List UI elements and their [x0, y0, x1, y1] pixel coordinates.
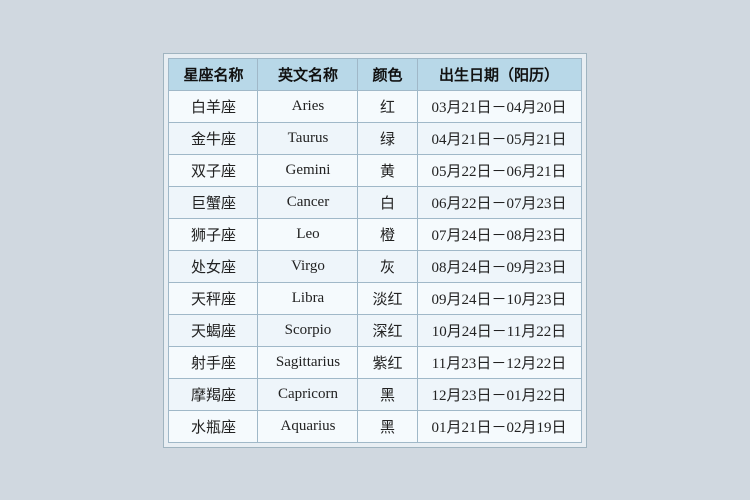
cell-color: 灰: [358, 250, 417, 282]
table-row: 处女座Virgo灰08月24日－09月23日: [169, 250, 581, 282]
zodiac-table-container: 星座名称 英文名称 颜色 出生日期（阳历） 白羊座Aries红03月21日－04…: [163, 53, 586, 448]
table-row: 白羊座Aries红03月21日－04月20日: [169, 90, 581, 122]
cell-color: 橙: [358, 218, 417, 250]
table-row: 天蝎座Scorpio深红10月24日－11月22日: [169, 314, 581, 346]
header-date: 出生日期（阳历）: [417, 58, 581, 90]
table-row: 天秤座Libra淡红09月24日－10月23日: [169, 282, 581, 314]
header-color: 颜色: [358, 58, 417, 90]
cell-chinese-name: 巨蟹座: [169, 186, 258, 218]
cell-english-name: Gemini: [258, 154, 358, 186]
cell-english-name: Libra: [258, 282, 358, 314]
cell-color: 红: [358, 90, 417, 122]
cell-english-name: Taurus: [258, 122, 358, 154]
cell-chinese-name: 水瓶座: [169, 410, 258, 442]
cell-date: 09月24日－10月23日: [417, 282, 581, 314]
table-row: 巨蟹座Cancer白06月22日－07月23日: [169, 186, 581, 218]
cell-date: 07月24日－08月23日: [417, 218, 581, 250]
cell-color: 绿: [358, 122, 417, 154]
table-header-row: 星座名称 英文名称 颜色 出生日期（阳历）: [169, 58, 581, 90]
cell-date: 10月24日－11月22日: [417, 314, 581, 346]
cell-english-name: Leo: [258, 218, 358, 250]
table-row: 金牛座Taurus绿04月21日－05月21日: [169, 122, 581, 154]
cell-color: 深红: [358, 314, 417, 346]
cell-chinese-name: 天秤座: [169, 282, 258, 314]
cell-chinese-name: 射手座: [169, 346, 258, 378]
cell-chinese-name: 金牛座: [169, 122, 258, 154]
table-row: 射手座Sagittarius紫红11月23日－12月22日: [169, 346, 581, 378]
table-row: 摩羯座Capricorn黑12月23日－01月22日: [169, 378, 581, 410]
cell-color: 黄: [358, 154, 417, 186]
zodiac-table: 星座名称 英文名称 颜色 出生日期（阳历） 白羊座Aries红03月21日－04…: [168, 58, 581, 443]
header-chinese-name: 星座名称: [169, 58, 258, 90]
cell-chinese-name: 双子座: [169, 154, 258, 186]
cell-date: 04月21日－05月21日: [417, 122, 581, 154]
cell-chinese-name: 处女座: [169, 250, 258, 282]
cell-chinese-name: 天蝎座: [169, 314, 258, 346]
cell-color: 紫红: [358, 346, 417, 378]
cell-date: 01月21日－02月19日: [417, 410, 581, 442]
cell-color: 黑: [358, 378, 417, 410]
cell-chinese-name: 摩羯座: [169, 378, 258, 410]
cell-english-name: Cancer: [258, 186, 358, 218]
cell-color: 淡红: [358, 282, 417, 314]
cell-english-name: Capricorn: [258, 378, 358, 410]
cell-date: 11月23日－12月22日: [417, 346, 581, 378]
table-row: 双子座Gemini黄05月22日－06月21日: [169, 154, 581, 186]
cell-english-name: Virgo: [258, 250, 358, 282]
cell-date: 08月24日－09月23日: [417, 250, 581, 282]
cell-date: 03月21日－04月20日: [417, 90, 581, 122]
cell-english-name: Aries: [258, 90, 358, 122]
cell-color: 白: [358, 186, 417, 218]
cell-date: 05月22日－06月21日: [417, 154, 581, 186]
header-english-name: 英文名称: [258, 58, 358, 90]
table-row: 狮子座Leo橙07月24日－08月23日: [169, 218, 581, 250]
cell-chinese-name: 狮子座: [169, 218, 258, 250]
table-row: 水瓶座Aquarius黑01月21日－02月19日: [169, 410, 581, 442]
cell-english-name: Aquarius: [258, 410, 358, 442]
cell-date: 12月23日－01月22日: [417, 378, 581, 410]
cell-date: 06月22日－07月23日: [417, 186, 581, 218]
cell-chinese-name: 白羊座: [169, 90, 258, 122]
cell-english-name: Sagittarius: [258, 346, 358, 378]
cell-english-name: Scorpio: [258, 314, 358, 346]
cell-color: 黑: [358, 410, 417, 442]
